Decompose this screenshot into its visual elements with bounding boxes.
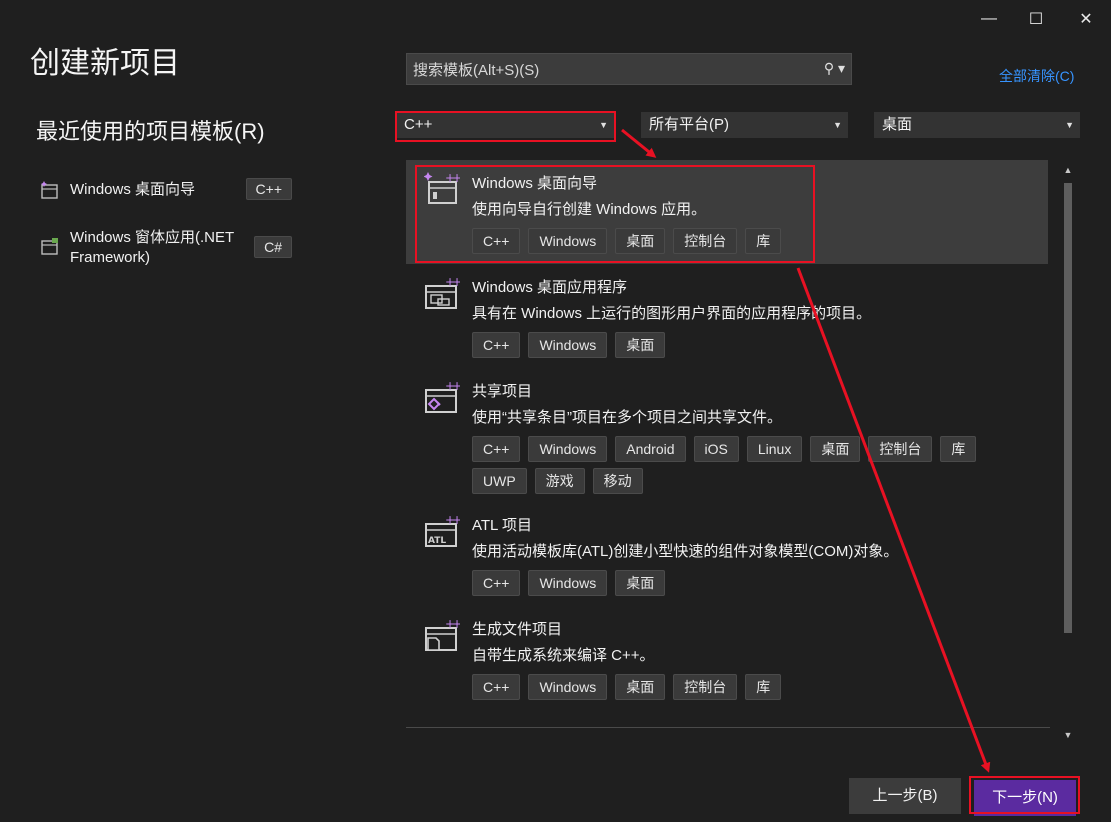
winforms-icon <box>41 238 58 255</box>
template-search-box[interactable]: ⚲ ▾ <box>406 53 852 86</box>
wizard-icon <box>41 181 58 199</box>
close-icon: ✕ <box>1079 11 1093 28</box>
recent-item-windows-forms[interactable]: Windows 窗体应用(.NET Framework) C# <box>40 228 300 268</box>
page-title: 创建新项目 <box>30 47 180 80</box>
project-type-filter-dropdown[interactable]: 桌面 ▼ <box>874 112 1080 138</box>
desktop-app-icon: + + <box>425 275 460 309</box>
template-tags: C++ Windows 桌面 <box>472 570 1032 596</box>
language-badge: C# <box>254 236 292 258</box>
tag: 移动 <box>592 468 643 494</box>
tag: 库 <box>745 674 782 700</box>
tag: C++ <box>472 332 521 358</box>
svg-text:+: + <box>452 617 460 631</box>
tag: 控制台 <box>673 228 738 254</box>
scroll-up-icon[interactable]: ▲ <box>1060 165 1076 175</box>
minimize-icon: — <box>981 10 997 27</box>
template-item-windows-desktop-wizard[interactable]: + + Windows 桌面向导 使用向导自行创建 Windows 应用。 C+… <box>406 160 1048 264</box>
close-button[interactable]: ✕ <box>1063 0 1109 38</box>
tag: 库 <box>940 436 977 462</box>
atl-icon-label: ATL <box>428 536 446 546</box>
tag: 桌面 <box>810 436 861 462</box>
tag: C++ <box>472 674 521 700</box>
tag: C++ <box>472 228 521 254</box>
template-list[interactable]: + + Windows 桌面向导 使用向导自行创建 Windows 应用。 C+… <box>406 160 1048 740</box>
maximize-button[interactable]: ☐ <box>1013 0 1059 38</box>
tag: UWP <box>472 468 527 494</box>
tag: 桌面 <box>615 570 666 596</box>
tag: 游戏 <box>534 468 585 494</box>
tag: C++ <box>472 570 521 596</box>
svg-text:+: + <box>452 379 460 393</box>
back-button[interactable]: 上一步(B) <box>849 778 961 814</box>
template-tags: C++ Windows 桌面 <box>472 332 1032 358</box>
template-name: ATL 项目 <box>472 517 533 534</box>
template-name: Windows 桌面向导 <box>472 175 598 192</box>
tag: Windows <box>528 436 608 462</box>
tag: 桌面 <box>615 228 666 254</box>
recent-templates-heading: 最近使用的项目模板(R) <box>36 119 265 144</box>
tag: iOS <box>693 436 739 462</box>
template-item-makefile-project[interactable]: + + 生成文件项目 自带生成系统来编译 C++。 C++ Windows 桌面… <box>406 606 1048 710</box>
tag: Windows <box>528 332 608 358</box>
template-name: Windows 桌面应用程序 <box>472 279 628 296</box>
template-description: 自带生成系统来编译 C++。 <box>472 647 655 664</box>
tag: C++ <box>472 436 521 462</box>
template-tags: C++ Windows 桌面 控制台 库 <box>472 674 1032 700</box>
tag: Windows <box>528 674 608 700</box>
recent-item-label: Windows 窗体应用(.NET Framework) <box>70 229 234 266</box>
chevron-down-icon: ▼ <box>833 120 842 130</box>
clear-all-link[interactable]: 全部清除(C) <box>999 66 1074 86</box>
tag: Windows <box>528 228 608 254</box>
template-description: 使用活动模板库(ATL)创建小型快速的组件对象模型(COM)对象。 <box>472 543 899 560</box>
template-description: 具有在 Windows 上运行的图形用户界面的应用程序的项目。 <box>472 305 872 322</box>
template-description: 使用向导自行创建 Windows 应用。 <box>472 201 707 218</box>
tag: Android <box>615 436 686 462</box>
template-tags: C++ Windows Android iOS Linux 桌面 控制台 库 U… <box>472 436 1032 494</box>
template-name: 共享项目 <box>472 383 533 400</box>
shared-project-icon: + + <box>425 379 460 413</box>
tag: 桌面 <box>615 332 666 358</box>
atl-project-icon: + + ATL <box>425 513 460 547</box>
tag: 控制台 <box>868 436 933 462</box>
scroll-down-icon[interactable]: ▼ <box>1060 730 1076 740</box>
template-description: 使用“共享条目”项目在多个项目之间共享文件。 <box>472 409 782 426</box>
search-icon[interactable]: ⚲ ▾ <box>824 60 845 77</box>
template-item-windows-desktop-app[interactable]: + + Windows 桌面应用程序 具有在 Windows 上运行的图形用户界… <box>406 264 1048 368</box>
minimize-button[interactable]: — <box>966 0 1012 38</box>
svg-text:+: + <box>452 171 460 185</box>
language-badge: C++ <box>245 178 292 200</box>
chevron-down-icon: ▼ <box>1065 120 1074 130</box>
platform-filter-value: 所有平台(P) <box>649 116 729 133</box>
language-filter-dropdown[interactable]: C++ ▼ <box>396 112 614 138</box>
svg-text:+: + <box>452 513 460 527</box>
chevron-down-icon: ▼ <box>599 120 608 130</box>
template-item-atl-project[interactable]: + + ATL ATL 项目 使用活动模板库(ATL)创建小型快速的组件对象模型… <box>406 502 1048 606</box>
recent-item-windows-desktop-wizard[interactable]: Windows 桌面向导 C++ <box>40 178 300 200</box>
search-input[interactable] <box>407 54 815 86</box>
template-item-shared-project[interactable]: + + 共享项目 使用“共享条目”项目在多个项目之间共享文件。 C++ Wind… <box>406 368 1048 502</box>
tag: 控制台 <box>673 674 738 700</box>
next-button[interactable]: 下一步(N) <box>974 780 1076 816</box>
tag: Windows <box>528 570 608 596</box>
tag: 桌面 <box>615 674 666 700</box>
desktop-wizard-icon: + + <box>424 171 460 204</box>
scrollbar-thumb[interactable] <box>1064 183 1072 633</box>
tag: 库 <box>745 228 782 254</box>
recent-item-label: Windows 桌面向导 <box>70 181 196 198</box>
template-name: 生成文件项目 <box>472 621 563 638</box>
svg-text:+: + <box>452 275 460 289</box>
platform-filter-dropdown[interactable]: 所有平台(P) ▼ <box>641 112 848 138</box>
language-filter-value: C++ <box>404 116 433 133</box>
makefile-project-icon: + + <box>425 617 460 651</box>
tag: Linux <box>746 436 803 462</box>
template-tags: C++ Windows 桌面 控制台 库 <box>472 228 1032 254</box>
maximize-icon: ☐ <box>1028 11 1044 28</box>
project-type-filter-value: 桌面 <box>882 116 913 133</box>
list-divider <box>406 727 1050 728</box>
